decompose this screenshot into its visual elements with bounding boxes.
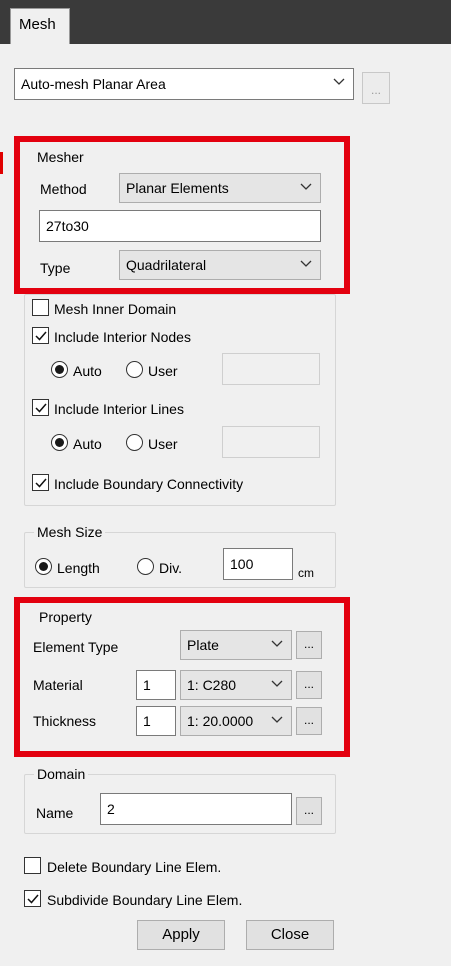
include-interior-lines-label: Include Interior Lines xyxy=(54,401,184,417)
method-select[interactable]: Planar Elements xyxy=(119,173,321,203)
nodes-auto-label: Auto xyxy=(73,363,102,379)
lines-user-radio[interactable] xyxy=(126,434,143,451)
domain-name-input[interactable]: 2 xyxy=(100,793,292,825)
command-select[interactable]: Auto-mesh Planar Area xyxy=(14,68,354,100)
mesh-name-input[interactable]: 27to30 xyxy=(39,210,321,242)
thickness-number-input[interactable]: 1 xyxy=(136,706,176,736)
edge-marker xyxy=(0,152,3,174)
tab-mesh[interactable]: Mesh xyxy=(10,8,70,44)
method-label: Method xyxy=(40,181,87,197)
thickness-select-value: 1: 20.0000 xyxy=(187,713,254,729)
material-label: Material xyxy=(33,677,83,693)
close-button[interactable]: Close xyxy=(246,920,334,950)
nodes-auto-radio[interactable] xyxy=(51,361,68,378)
mesh-size-unit: cm xyxy=(298,566,314,580)
div-label: Div. xyxy=(159,560,183,576)
include-interior-nodes-checkbox[interactable] xyxy=(32,327,49,344)
type-select-value: Quadrilateral xyxy=(126,257,207,273)
mesh-panel: Auto-mesh Planar Area ... Mesher Method … xyxy=(0,44,451,966)
chevron-down-icon xyxy=(300,260,312,267)
length-radio[interactable] xyxy=(35,558,52,575)
material-select[interactable]: 1: C280 xyxy=(180,670,292,700)
checkmark-icon xyxy=(27,894,39,904)
element-type-select[interactable]: Plate xyxy=(180,630,292,660)
lines-auto-radio[interactable] xyxy=(51,434,68,451)
subdivide-boundary-label: Subdivide Boundary Line Elem. xyxy=(47,892,243,908)
mesher-title: Mesher xyxy=(34,148,87,166)
subdivide-boundary-checkbox[interactable] xyxy=(24,890,41,907)
lines-auto-label: Auto xyxy=(73,436,102,452)
include-interior-lines-checkbox[interactable] xyxy=(32,399,49,416)
delete-boundary-label: Delete Boundary Line Elem. xyxy=(47,859,222,875)
include-interior-nodes-label: Include Interior Nodes xyxy=(54,329,191,345)
mesh-inner-domain-checkbox[interactable] xyxy=(32,299,49,316)
domain-more-button[interactable]: ... xyxy=(296,797,322,825)
material-more-button[interactable]: ... xyxy=(296,671,322,699)
checkmark-icon xyxy=(35,478,47,488)
type-select[interactable]: Quadrilateral xyxy=(119,250,321,280)
lines-user-label: User xyxy=(148,436,178,452)
type-label: Type xyxy=(40,260,71,276)
checkmark-icon xyxy=(35,403,47,413)
domain-name-label: Name xyxy=(36,805,74,821)
command-more-button[interactable]: ... xyxy=(362,72,390,104)
domain-title: Domain xyxy=(34,765,89,783)
chevron-down-icon xyxy=(271,716,283,723)
mesh-size-input[interactable]: 100 xyxy=(223,548,293,580)
checkmark-icon xyxy=(35,331,47,341)
material-select-value: 1: C280 xyxy=(187,677,237,693)
div-radio[interactable] xyxy=(137,558,154,575)
nodes-user-input[interactable] xyxy=(222,353,320,385)
chevron-down-icon xyxy=(300,183,312,190)
delete-boundary-checkbox[interactable] xyxy=(24,857,41,874)
thickness-select[interactable]: 1: 20.0000 xyxy=(180,706,292,736)
length-label: Length xyxy=(57,560,100,576)
method-select-value: Planar Elements xyxy=(126,180,229,196)
mesh-inner-domain-label: Mesh Inner Domain xyxy=(54,301,177,317)
apply-button[interactable]: Apply xyxy=(137,920,225,950)
chevron-down-icon xyxy=(333,78,345,85)
property-title: Property xyxy=(36,608,95,626)
thickness-label: Thickness xyxy=(33,713,97,729)
chevron-down-icon xyxy=(271,680,283,687)
lines-user-input[interactable] xyxy=(222,426,320,458)
mesh-size-title: Mesh Size xyxy=(34,523,106,541)
tab-label: Mesh xyxy=(19,16,56,33)
include-boundary-connectivity-checkbox[interactable] xyxy=(32,474,49,491)
element-type-label: Element Type xyxy=(33,639,119,655)
nodes-user-label: User xyxy=(148,363,178,379)
include-boundary-connectivity-label: Include Boundary Connectivity xyxy=(54,476,244,492)
thickness-more-button[interactable]: ... xyxy=(296,707,322,735)
chevron-down-icon xyxy=(271,640,283,647)
element-type-value: Plate xyxy=(187,637,219,653)
nodes-user-radio[interactable] xyxy=(126,361,143,378)
command-select-value: Auto-mesh Planar Area xyxy=(21,76,166,92)
element-type-more-button[interactable]: ... xyxy=(296,631,322,659)
material-number-input[interactable]: 1 xyxy=(136,670,176,700)
